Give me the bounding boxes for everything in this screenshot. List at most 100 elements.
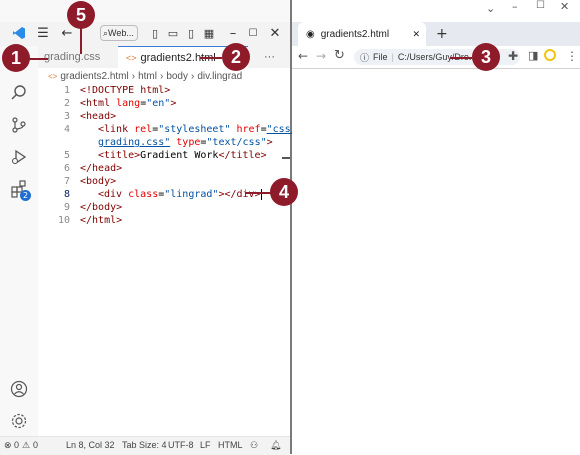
- vscode-titlebar: ☰ ← ⌕ Web... ▯ ▭ ▯ ▦ – ☐ ✕: [0, 22, 290, 46]
- explorer-search-icon[interactable]: [8, 82, 30, 104]
- info-icon: ⓘ: [360, 52, 370, 63]
- browser-tab[interactable]: ◉ gradients2.html ✕: [298, 22, 426, 46]
- callout-arrow: [245, 192, 271, 194]
- code-editor[interactable]: 1 2 3 4 5 6 7 8 9 10 <!DOCTYPE html> <ht…: [38, 84, 297, 436]
- address-scheme-label: File: [373, 52, 388, 62]
- breadcrumb-html[interactable]: html: [138, 71, 157, 82]
- chevron-right-icon: ›: [131, 70, 136, 82]
- code-line-2: <html lang="en">: [80, 98, 177, 109]
- callout-arrow: [200, 57, 222, 59]
- chevron-right-icon: ›: [191, 70, 195, 82]
- line-number-current: 8: [63, 189, 70, 200]
- source-control-icon[interactable]: [8, 114, 30, 136]
- reload-icon[interactable]: ↻: [334, 48, 345, 63]
- code-line-1: <!DOCTYPE html>: [80, 85, 171, 96]
- globe-icon: ◉: [306, 28, 315, 40]
- code-line-4: <link rel="stylesheet" href="css/: [98, 124, 297, 135]
- code-line-5: <title>Gradient Work</title>: [98, 150, 267, 161]
- browser-tab-title: gradients2.html: [320, 28, 390, 40]
- breadcrumb: <> gradients2.html › html › body › div.l…: [38, 68, 290, 84]
- page-viewport: [292, 69, 580, 454]
- line-number: 4: [63, 124, 70, 135]
- code-line-3: <head>: [80, 111, 117, 122]
- close-icon[interactable]: ✕: [264, 22, 286, 44]
- line-number: 2: [63, 98, 70, 109]
- code-line-8: <div class="lingrad"></div>: [98, 188, 262, 200]
- warning-count[interactable]: 0: [33, 440, 38, 450]
- vscode-window: ☰ ← ⌕ Web... ▯ ▭ ▯ ▦ – ☐ ✕ grading.css <>…: [0, 0, 297, 455]
- code-line-4-wrap: grading.css" type="text/css">: [98, 137, 273, 148]
- breadcrumb-body[interactable]: body: [166, 71, 188, 82]
- browser-minimize-icon[interactable]: –: [512, 0, 518, 13]
- tab-label: grading.css: [44, 51, 101, 63]
- tab-size[interactable]: Tab Size: 4: [122, 440, 167, 450]
- code-line-6: </head>: [80, 163, 123, 174]
- extensions-puzzle-icon[interactable]: ✚: [508, 49, 518, 63]
- callout-arrow: [28, 58, 48, 60]
- language-mode[interactable]: HTML: [218, 440, 243, 450]
- profile-avatar[interactable]: [544, 49, 556, 61]
- feedback-icon[interactable]: ⚇: [250, 440, 258, 451]
- code-line-10: </html>: [80, 215, 123, 226]
- line-number: 10: [57, 215, 70, 226]
- vscode-logo-icon: [8, 22, 30, 44]
- minimize-icon[interactable]: –: [222, 22, 244, 44]
- browser-close-icon[interactable]: ✕: [560, 0, 569, 13]
- more-actions-button[interactable]: ···: [264, 46, 284, 68]
- tab-search-chevron-icon[interactable]: ⌄: [486, 2, 495, 15]
- editor-tabs: grading.css <> gradients2.html ···: [38, 46, 290, 69]
- callout-3: 3: [472, 43, 500, 71]
- code-line-9: </body>: [80, 202, 123, 213]
- browser-toolbar: ← → ↻ ⓘ File | C:/Users/Guy/Dro... ✚ ◨ ⋮: [292, 46, 580, 69]
- callout-4: 4: [270, 178, 298, 206]
- line-number: 6: [63, 163, 70, 174]
- line-number: 1: [63, 85, 70, 96]
- line-number-gutter: 1 2 3 4 5 6 7 8 9 10: [38, 84, 70, 227]
- notifications-bell-icon[interactable]: 🔔︎: [270, 440, 281, 451]
- warning-icon[interactable]: ⚠: [22, 440, 30, 451]
- callout-arrow: [450, 57, 472, 59]
- back-icon[interactable]: ←: [298, 49, 308, 63]
- callout-2: 2: [222, 43, 250, 71]
- extensions-badge: 2: [20, 190, 31, 201]
- kebab-menu-icon[interactable]: ⋮: [566, 49, 578, 63]
- html-file-icon: <>: [126, 52, 137, 63]
- activity-bar: 2: [0, 68, 39, 436]
- encoding[interactable]: UTF-8: [168, 440, 194, 450]
- menu-icon[interactable]: ☰: [32, 22, 54, 44]
- html-file-icon: <>: [48, 71, 58, 81]
- line-number: [38, 136, 70, 149]
- side-panel-icon[interactable]: ◨: [528, 49, 538, 62]
- status-bar: ⊗ 0 ⚠ 0 Ln 8, Col 32 Tab Size: 4 UTF-8 L…: [0, 436, 290, 455]
- line-number: 5: [63, 150, 70, 161]
- browser-tab-strip: ◉ gradients2.html ✕ +: [292, 22, 580, 46]
- scrollbar-marker[interactable]: [282, 157, 290, 159]
- account-icon[interactable]: [8, 378, 30, 400]
- breadcrumb-file[interactable]: gradients2.html: [60, 71, 128, 82]
- command-center[interactable]: ⌕ Web...: [100, 25, 138, 41]
- code-line-7: <body>: [80, 176, 117, 187]
- line-number: 7: [63, 176, 70, 187]
- error-count[interactable]: 0: [14, 440, 19, 450]
- cursor-position[interactable]: Ln 8, Col 32: [66, 440, 115, 450]
- callout-1: 1: [2, 44, 30, 72]
- maximize-icon[interactable]: ☐: [242, 22, 264, 44]
- error-icon[interactable]: ⊗: [4, 440, 12, 451]
- line-ending[interactable]: LF: [200, 440, 211, 450]
- close-tab-icon[interactable]: ✕: [412, 29, 420, 40]
- browser-window: ◉ gradients2.html ✕ + ⌄ – ☐ ✕ ← → ↻ ⓘ Fi…: [292, 0, 580, 454]
- breadcrumb-div[interactable]: div.lingrad: [197, 71, 242, 82]
- forward-icon[interactable]: →: [316, 49, 326, 63]
- code-lines: <!DOCTYPE html> <html lang="en"> <head> …: [80, 84, 297, 227]
- settings-gear-icon[interactable]: [8, 410, 30, 432]
- chevron-right-icon: ›: [159, 70, 164, 82]
- customize-layout-icon[interactable]: ▦: [198, 22, 220, 44]
- new-tab-button[interactable]: +: [436, 26, 448, 42]
- browser-maximize-icon[interactable]: ☐: [536, 0, 545, 11]
- extensions-icon[interactable]: 2: [8, 178, 31, 201]
- line-number: 9: [63, 202, 70, 213]
- callout-5: 5: [67, 1, 95, 29]
- text-cursor: [260, 188, 262, 200]
- command-center-label: Web...: [108, 28, 134, 38]
- run-debug-icon[interactable]: [8, 146, 30, 168]
